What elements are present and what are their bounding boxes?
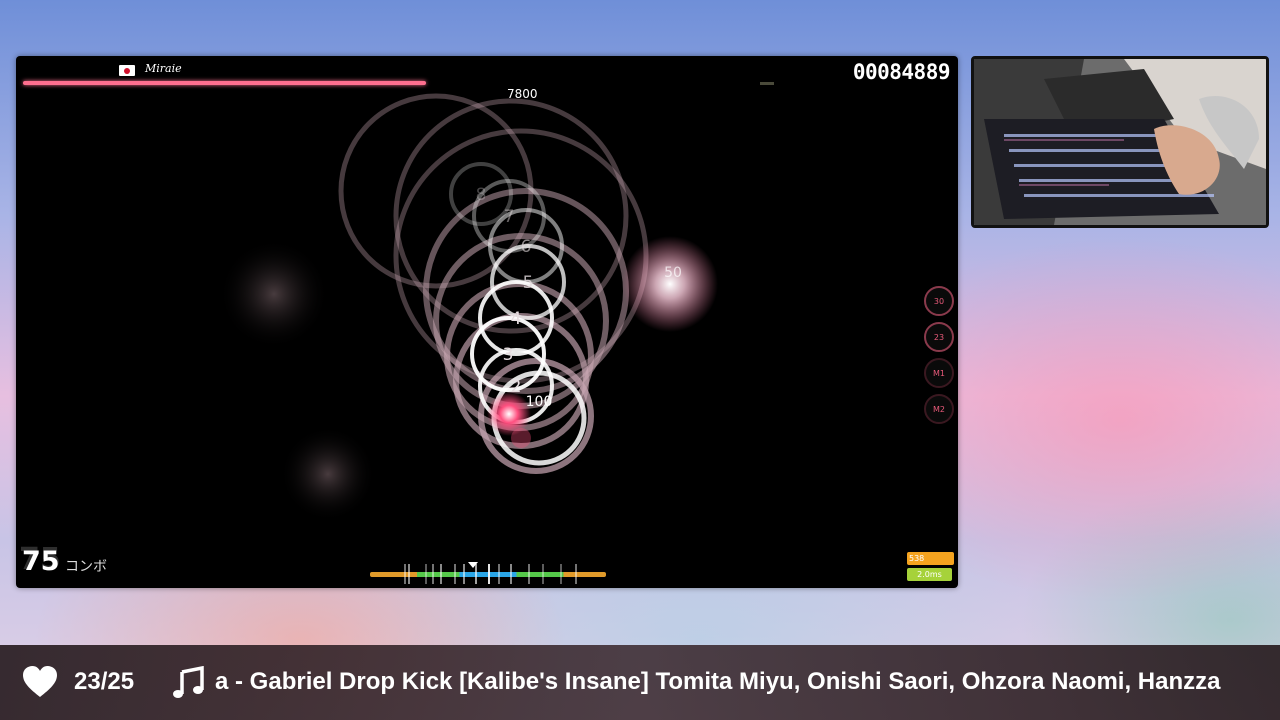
- combo-counter: 75: [22, 546, 60, 577]
- key-counter-k2: 23: [924, 322, 954, 352]
- circle-number: 6: [521, 237, 532, 257]
- hit-error-arrow-icon: [468, 562, 478, 568]
- unstable-rate-badge: 538: [907, 552, 954, 565]
- key-counter-k1: 30: [924, 286, 954, 316]
- heart-icon: [23, 666, 57, 697]
- fading-hit-glow: [280, 426, 376, 522]
- music-note-icon: [173, 666, 204, 698]
- circle-number: 5: [523, 273, 534, 293]
- now-playing-ticker: a - Gabriel Drop Kick [Kalibe's Insane] …: [215, 668, 1221, 695]
- circle-number: 7: [504, 207, 515, 227]
- ms-offset-badge: 2.0ms: [907, 568, 952, 581]
- key-counter-m2: M2: [924, 394, 954, 424]
- circle-number: 4: [511, 309, 522, 329]
- playfield[interactable]: 8 7 6 5 4 3 2 50 100: [16, 56, 958, 588]
- now-playing-bar: 23/25 a - Gabriel Drop Kick [Kalibe's In…: [0, 645, 1280, 720]
- request-count: 23/25: [74, 668, 135, 695]
- hit-burst-glow: [622, 236, 718, 332]
- hit-value-50: 50: [664, 265, 682, 281]
- circle-number: 3: [503, 345, 514, 365]
- combo-label: コンボ: [65, 559, 107, 575]
- key-overlay: 30 23 M1 M2: [924, 286, 954, 430]
- circle-number: 8: [476, 185, 487, 205]
- webcam-image: [974, 59, 1266, 225]
- game-window[interactable]: Miraie 00084889 7800 8 7 6 5 4 3 2 50 10…: [16, 56, 958, 588]
- key-counter-m1: M1: [924, 358, 954, 388]
- hit-error-bar: [370, 562, 606, 586]
- webcam-feed: [971, 56, 1269, 228]
- cursor-trail: [511, 428, 531, 448]
- fading-hit-glow: [219, 239, 329, 349]
